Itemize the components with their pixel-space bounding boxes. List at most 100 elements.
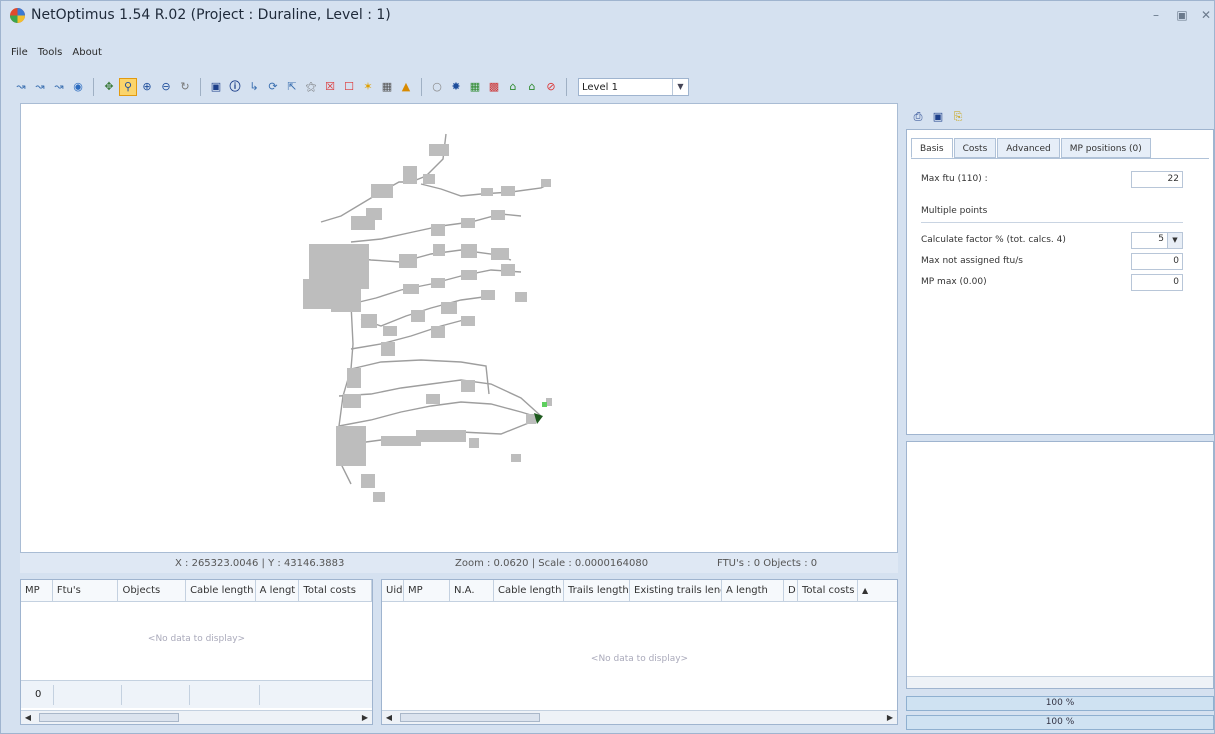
zoom-in-icon[interactable]: ⊕ [139, 79, 155, 95]
select-remove-icon[interactable]: ↝ [51, 79, 67, 95]
grid-icon[interactable]: ▩ [486, 79, 502, 95]
map-canvas[interactable] [20, 103, 898, 553]
col-mp[interactable]: MP [404, 580, 450, 602]
tab-advanced[interactable]: Advanced [997, 138, 1060, 158]
progress-label: 100 % [1045, 717, 1075, 727]
main-toolbar: ↝ ↝ ↝ ◉ ✥ ⚲ ⊕ ⊖ ↻ ▣ ⓘ ↳ ⟳ ⇱ ⚝ ☒ ☐ ✶ ▦ ▲ … [13, 71, 689, 103]
point-icon[interactable]: ✸ [448, 79, 464, 95]
max-not-assigned-label: Max not assigned ftu/s [921, 256, 1023, 266]
max-not-assigned-field[interactable]: 0 [1131, 253, 1183, 270]
progress-bar-2: 100 % [906, 715, 1214, 730]
spinner-down-icon[interactable]: ▼ [1167, 233, 1182, 248]
frame-icon[interactable]: ☐ [341, 79, 357, 95]
scroll-right-icon[interactable]: ▶ [358, 711, 372, 724]
output-panel[interactable] [906, 441, 1214, 689]
mp-grid-header: MP Ftu's Objects Cable length A lengt To… [21, 580, 372, 602]
mp-max-label: MP max (0.00) [921, 277, 987, 287]
zoom-scale-readout: Zoom : 0.0620 | Scale : 0.0000164080 [455, 558, 649, 569]
col-na[interactable]: N.A. [450, 580, 494, 602]
scroll-left-icon[interactable]: ◀ [382, 711, 396, 724]
calc-factor-label: Calculate factor % (tot. calcs. 4) [921, 235, 1066, 245]
tab-mp-positions[interactable]: MP positions (0) [1060, 138, 1151, 158]
col-total-costs[interactable]: Total costs [299, 580, 372, 602]
col-cable-length[interactable]: Cable length [186, 580, 256, 602]
maximize-button[interactable]: ▣ [1172, 6, 1192, 24]
tab-costs[interactable]: Costs [953, 138, 997, 158]
chart-icon[interactable]: ▲ [398, 79, 414, 95]
column-sort-arrow-icon[interactable]: ▲ [858, 580, 876, 602]
home-icon[interactable]: ⌂ [524, 79, 540, 95]
select-icon[interactable]: ↝ [13, 79, 29, 95]
col-mp[interactable]: MP [21, 580, 53, 602]
col-uid[interactable]: Uid [382, 580, 404, 602]
cycle-icon[interactable]: ⟳ [265, 79, 281, 95]
max-ftu-label: Max ftu (110) : [921, 174, 988, 184]
globe-icon[interactable]: ◉ [70, 79, 86, 95]
objects-grid-header: Uid MP N.A. Cable length Trails length E… [382, 580, 897, 602]
circle-icon[interactable]: ○ [429, 79, 445, 95]
network-map [303, 133, 552, 502]
multiple-points-label: Multiple points [921, 206, 988, 216]
minimize-button[interactable]: – [1146, 6, 1166, 24]
scroll-thumb[interactable] [39, 713, 179, 722]
col-a-length[interactable]: A length [722, 580, 784, 602]
col-d[interactable]: D [784, 580, 798, 602]
scroll-thumb[interactable] [400, 713, 540, 722]
col-total-costs[interactable]: Total costs [798, 580, 858, 602]
forbidden-icon[interactable]: ⊘ [543, 79, 559, 95]
app-window: NetOptimus 1.54 R.02 (Project : Duraline… [0, 0, 1215, 734]
chevron-down-icon[interactable]: ▼ [672, 79, 688, 95]
scroll-right-icon[interactable]: ▶ [883, 711, 897, 724]
delete-box-icon[interactable]: ☒ [322, 79, 338, 95]
calc-factor-value: 5 [1158, 234, 1164, 244]
level-select-value: Level 1 [582, 81, 618, 93]
col-existing-trails-length[interactable]: Existing trails leng [630, 580, 722, 602]
print-icon[interactable]: ⎙ [910, 109, 926, 125]
level-select[interactable]: Level 1 ▼ [578, 78, 689, 96]
menu-tools[interactable]: Tools [38, 45, 63, 63]
zoom-out-icon[interactable]: ⊖ [158, 79, 174, 95]
scroll-left-icon[interactable]: ◀ [21, 711, 35, 724]
home-green-icon[interactable]: ⌂ [505, 79, 521, 95]
toolbar-separator [93, 78, 94, 96]
mp-max-field[interactable]: 0 [1131, 274, 1183, 291]
mp-grid-empty-text: <No data to display> [147, 634, 246, 644]
calc-factor-spinner[interactable]: 5 ▼ [1131, 232, 1183, 249]
menu-bar: File Tools About [7, 45, 102, 63]
save-icon[interactable]: ▣ [208, 79, 224, 95]
menu-file[interactable]: File [11, 45, 28, 63]
buildings-icon[interactable]: ▦ [379, 79, 395, 95]
menu-about[interactable]: About [72, 45, 102, 63]
pan-icon[interactable]: ✥ [101, 79, 117, 95]
tab-basis[interactable]: Basis [911, 138, 953, 158]
mp-grid[interactable]: MP Ftu's Objects Cable length A lengt To… [20, 579, 373, 725]
select-add-icon[interactable]: ↝ [32, 79, 48, 95]
mp-grid-scrollbar[interactable]: ◀ ▶ [21, 710, 372, 724]
objects-grid-scrollbar[interactable]: ◀ ▶ [382, 710, 897, 724]
progress-label: 100 % [1045, 698, 1075, 708]
mp-grid-footer-value: 0 [35, 689, 42, 700]
max-ftu-row: Max ftu (110) : 22 [921, 171, 1183, 188]
toolbar-separator [421, 78, 422, 96]
refresh-icon[interactable]: ↻ [177, 79, 193, 95]
save-icon[interactable]: ▣ [930, 109, 946, 125]
open-folder-icon[interactable]: ⎘ [950, 109, 966, 125]
col-cable-length[interactable]: Cable length [494, 580, 564, 602]
properties-toolbar: ⎙ ▣ ⎘ [906, 105, 1214, 129]
table-icon[interactable]: ▦ [467, 79, 483, 95]
info-icon[interactable]: ⓘ [227, 79, 243, 95]
network-icon[interactable]: ⚝ [303, 79, 319, 95]
properties-tabs: Basis Costs Advanced MP positions (0) [911, 138, 1152, 158]
zoom-extent-icon[interactable]: ⇱ [284, 79, 300, 95]
close-button[interactable]: ✕ [1196, 6, 1215, 24]
col-ftus[interactable]: Ftu's [53, 580, 119, 602]
objects-grid[interactable]: Uid MP N.A. Cable length Trails length E… [381, 579, 898, 725]
col-objects[interactable]: Objects [118, 580, 187, 602]
output-scrollbar[interactable] [907, 676, 1213, 688]
col-a-length[interactable]: A lengt [256, 580, 300, 602]
col-trails-length[interactable]: Trails length [564, 580, 630, 602]
path-icon[interactable]: ↳ [246, 79, 262, 95]
zoom-window-icon[interactable]: ⚲ [119, 78, 137, 96]
max-ftu-field[interactable]: 22 [1131, 171, 1183, 188]
star-icon[interactable]: ✶ [360, 79, 376, 95]
